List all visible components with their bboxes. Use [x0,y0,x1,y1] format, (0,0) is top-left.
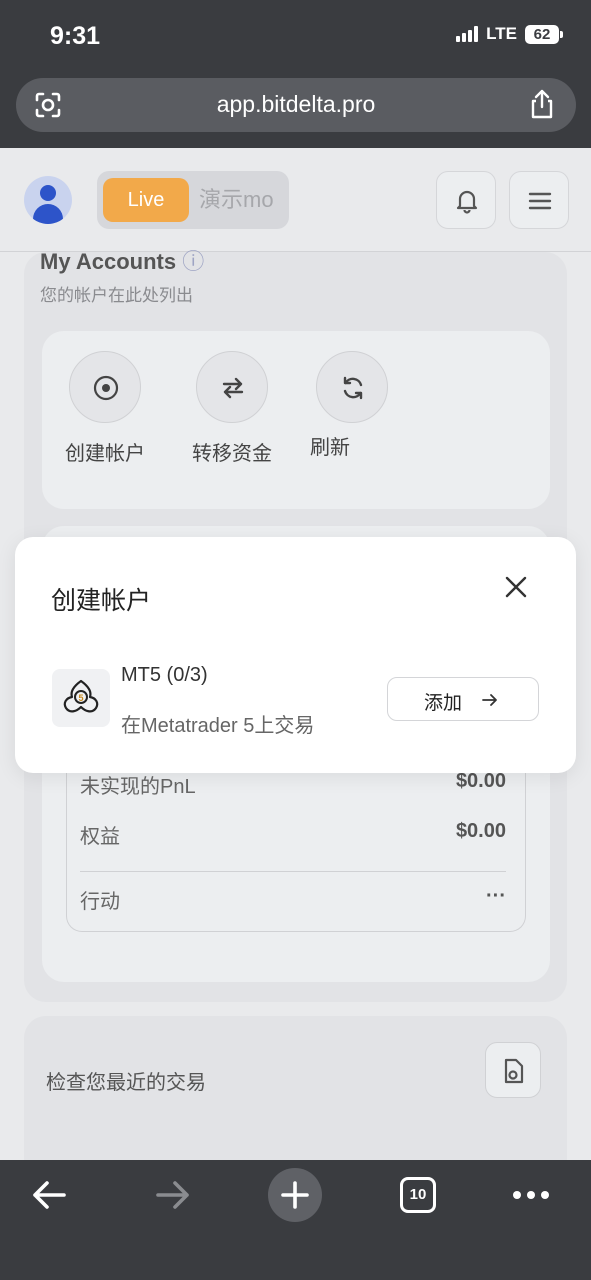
transactions-title: 检查您最近的交易 [46,1072,206,1094]
actions-label: 行动 [80,891,120,913]
unrealized-pnl-value: $0.00 [455,770,506,792]
accounts-title: My Accounts ⓘ [40,249,205,274]
browser-top-bar: 9:31 LTE 62 app.bitdelta.pro [0,0,591,148]
accounts-subtitle: 您的帐户在此处列出 [40,286,193,305]
menu-button[interactable] [509,171,569,229]
status-indicators: LTE 62 [456,24,563,44]
more-actions-icon[interactable]: ··· [486,885,506,908]
equity-row: 权益 $0.00 [80,820,506,860]
share-icon[interactable] [528,89,556,119]
transfer-funds-button[interactable] [196,351,268,423]
refresh-action[interactable]: 刷新 [292,351,412,460]
create-account-button[interactable] [69,351,141,423]
address-bar[interactable]: app.bitdelta.pro [16,78,576,132]
unrealized-pnl-label: 未实现的PnL [80,776,196,798]
modal-title: 创建帐户 [51,587,152,615]
account-actions: 创建帐户 转移资金 刷新 [42,331,550,509]
plus-circle-icon [93,375,119,401]
transfer-funds-label: 转移资金 [192,443,272,465]
stats-divider [80,871,506,872]
mode-live-tab[interactable]: Live [103,178,189,222]
refresh-label: 刷新 [310,437,350,459]
create-account-label: 创建帐户 [65,443,145,465]
document-icon [504,1058,524,1084]
bell-icon [456,190,478,214]
create-account-action[interactable]: 创建帐户 [45,351,165,466]
mode-demo-tab[interactable]: 演示mo [199,178,274,222]
add-mt5-account-button[interactable]: 添加 [387,677,539,721]
transactions-history-button[interactable] [485,1042,541,1098]
new-tab-button[interactable] [268,1168,322,1222]
network-label: LTE [486,24,517,43]
mode-toggle[interactable]: Live 演示mo [97,171,289,229]
transfer-funds-action[interactable]: 转移资金 [172,351,292,466]
battery-level: 62 [525,24,559,44]
signal-icon [456,26,479,42]
tabs-count-button[interactable]: 10 [400,1177,436,1213]
refresh-icon [343,376,363,400]
plus-icon [281,1181,309,1209]
mt5-logo: 5 [52,669,110,727]
create-account-modal: 创建帐户 5 MT5 (0/3) 在Metatrader 5上交易 添加 [15,537,576,773]
avatar[interactable] [24,176,72,224]
actions-row: 行动 ··· [80,885,506,925]
close-icon[interactable] [500,571,532,603]
forward-arrow-icon[interactable] [154,1178,192,1212]
battery-icon: 62 [525,24,563,44]
url-text[interactable]: app.bitdelta.pro [16,91,576,118]
status-time: 9:31 [50,22,101,50]
app-header: Live 演示mo [0,148,591,252]
svg-text:5: 5 [78,693,83,703]
notifications-button[interactable] [436,171,496,229]
hamburger-icon [528,192,552,210]
back-arrow-icon[interactable] [30,1178,68,1212]
platform-description: 在Metatrader 5上交易 [121,715,315,737]
metatrader-icon: 5 [63,679,99,713]
platform-name: MT5 (0/3) [121,664,208,686]
browser-bottom-bar: 10 [0,1160,591,1280]
add-button-label: 添加 [424,693,463,714]
unrealized-pnl-row: 未实现的PnL $0.00 [80,770,506,810]
transfer-icon [222,377,244,399]
equity-label: 权益 [80,826,120,848]
equity-value: $0.00 [455,820,506,842]
arrow-right-icon [482,694,497,706]
more-icon[interactable] [512,1190,550,1200]
refresh-button[interactable] [316,351,388,423]
